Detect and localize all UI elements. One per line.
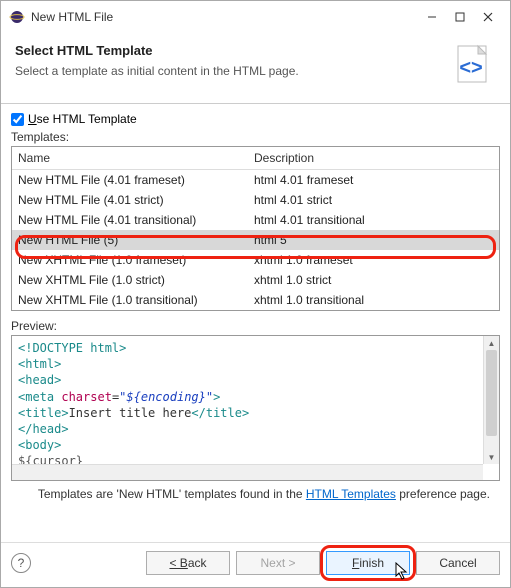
cell-desc: html 4.01 frameset xyxy=(248,170,499,190)
cell-name: New HTML File (4.01 strict) xyxy=(12,190,248,210)
window-title: New HTML File xyxy=(31,10,418,24)
eclipse-icon xyxy=(9,9,25,25)
html-templates-link[interactable]: HTML Templates xyxy=(306,487,396,501)
close-button[interactable] xyxy=(474,7,502,27)
cell-name: New XHTML File (1.0 frameset) xyxy=(12,250,248,270)
cell-name: New HTML File (4.01 frameset) xyxy=(12,170,248,190)
column-header-description[interactable]: Description xyxy=(248,147,499,169)
next-button: Next > xyxy=(236,551,320,575)
use-template-label[interactable]: Use HTML Template xyxy=(28,112,137,126)
cell-name: New XHTML File (1.0 transitional) xyxy=(12,290,248,310)
dialog-header: Select HTML Template Select a template a… xyxy=(1,33,510,104)
cell-desc: html 4.01 transitional xyxy=(248,210,499,230)
preview-label: Preview: xyxy=(11,319,500,333)
cell-desc: html 5 xyxy=(248,230,499,250)
maximize-button[interactable] xyxy=(446,7,474,27)
svg-text:<>: <> xyxy=(459,57,482,79)
cell-desc: xhtml 1.0 strict xyxy=(248,270,499,290)
cursor-icon xyxy=(395,562,411,582)
table-row[interactable]: New XHTML File (1.0 transitional)xhtml 1… xyxy=(12,290,499,310)
cell-name: New HTML File (4.01 transitional) xyxy=(12,210,248,230)
cell-name: New HTML File (5) xyxy=(12,230,248,250)
help-button[interactable]: ? xyxy=(11,553,31,573)
button-bar: ? < Back Next > Finish Cancel xyxy=(1,542,510,587)
table-row[interactable]: New XHTML File (1.0 frameset)xhtml 1.0 f… xyxy=(12,250,499,270)
table-row[interactable]: New HTML File (4.01 strict)html 4.01 str… xyxy=(12,190,499,210)
minimize-button[interactable] xyxy=(418,7,446,27)
table-row[interactable]: New HTML File (5)html 5 xyxy=(12,230,499,250)
scroll-thumb[interactable] xyxy=(486,350,497,436)
preview-code[interactable]: <!DOCTYPE html> <html> <head> <meta char… xyxy=(12,336,499,481)
table-row[interactable]: New XHTML File (1.0 strict)xhtml 1.0 str… xyxy=(12,270,499,290)
use-template-checkbox[interactable] xyxy=(11,113,24,126)
cell-desc: xhtml 1.0 transitional xyxy=(248,290,499,310)
scroll-down-icon[interactable]: ▼ xyxy=(484,450,499,464)
preview-pane: <!DOCTYPE html> <html> <head> <meta char… xyxy=(11,335,500,481)
titlebar: New HTML File xyxy=(1,1,510,33)
table-row[interactable]: New HTML File (4.01 transitional)html 4.… xyxy=(12,210,499,230)
cell-desc: html 4.01 strict xyxy=(248,190,499,210)
footer-note: Templates are 'New HTML' templates found… xyxy=(11,481,500,511)
templates-table: Name Description New HTML File (4.01 fra… xyxy=(11,146,500,311)
cell-name: New XHTML File (1.0 strict) xyxy=(12,270,248,290)
templates-label: Templates: xyxy=(11,130,500,144)
column-header-name[interactable]: Name xyxy=(12,147,248,169)
back-button[interactable]: < Back xyxy=(146,551,230,575)
page-title: Select HTML Template xyxy=(15,43,442,58)
scroll-up-icon[interactable]: ▲ xyxy=(484,336,499,350)
cancel-button[interactable]: Cancel xyxy=(416,551,500,575)
page-subtitle: Select a template as initial content in … xyxy=(15,64,442,78)
preview-scrollbar-vertical[interactable]: ▲ ▼ xyxy=(483,336,499,464)
table-row[interactable]: New HTML File (4.01 frameset)html 4.01 f… xyxy=(12,170,499,190)
html-file-icon: <> xyxy=(450,43,496,89)
preview-scrollbar-horizontal[interactable] xyxy=(12,464,483,480)
cell-desc: xhtml 1.0 frameset xyxy=(248,250,499,270)
finish-button[interactable]: Finish xyxy=(326,551,410,575)
